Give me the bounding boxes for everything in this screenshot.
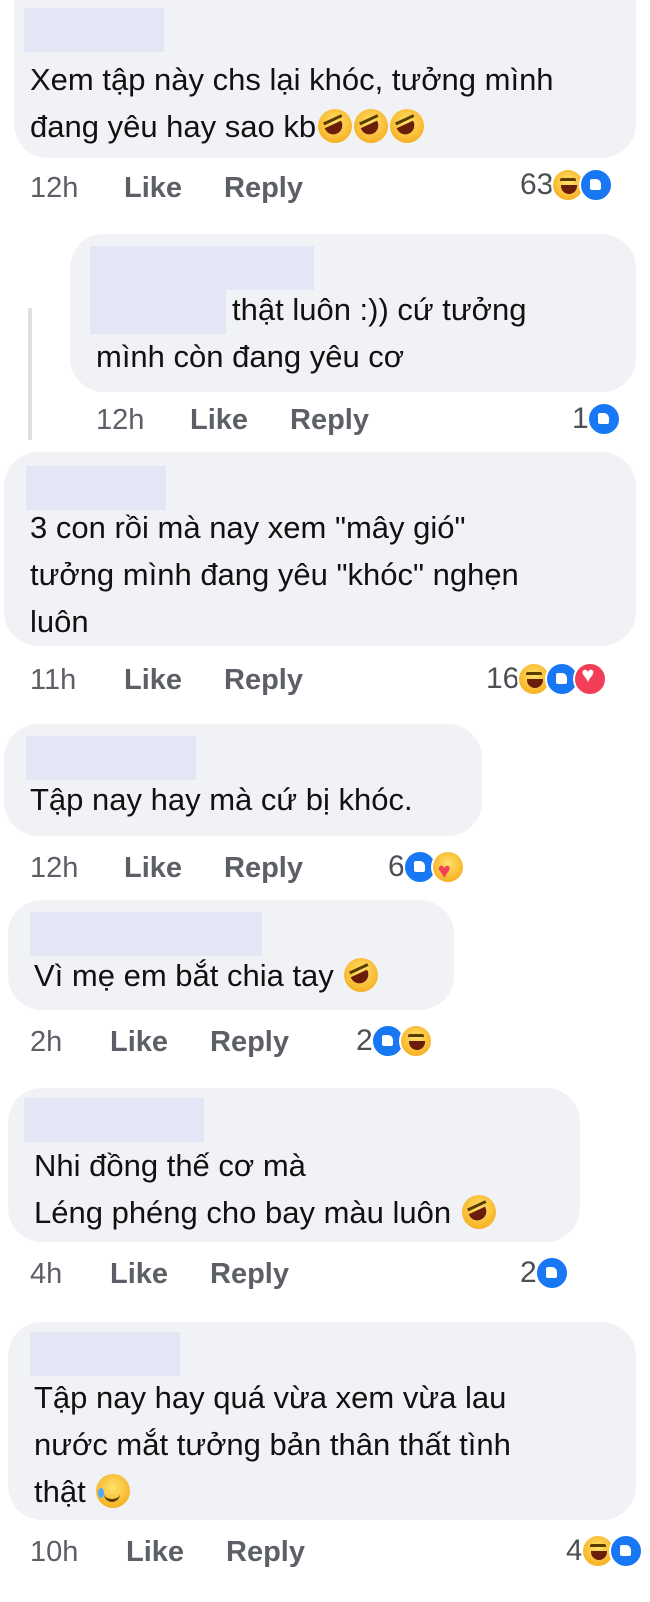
- reaction-summary[interactable]: 4: [566, 1534, 643, 1568]
- reaction-count: 63: [520, 168, 554, 201]
- rofl-emoji-icon: [318, 109, 353, 143]
- comment-bubble: Xem tập này chs lại khóc, tưởng mình đan…: [14, 0, 636, 158]
- reply-link[interactable]: Reply: [210, 1026, 289, 1059]
- comment-text: thật luôn :)) cứ tưởng mình còn đang yêu…: [96, 292, 527, 374]
- comment-text: 3 con rồi mà nay xem "mây gió" tưởng mìn…: [30, 510, 519, 639]
- rofl-emoji-icon: [354, 109, 389, 143]
- smiling-tear-emoji-icon: [96, 1474, 131, 1508]
- like-link[interactable]: Like: [126, 1536, 184, 1569]
- timestamp[interactable]: 10h: [30, 1536, 78, 1569]
- reply-link[interactable]: Reply: [224, 852, 303, 885]
- redacted-author-name[interactable]: [24, 1098, 204, 1142]
- comment-text: Xem tập này chs lại khóc, tưởng mình đan…: [30, 62, 554, 144]
- like-link[interactable]: Like: [124, 172, 182, 205]
- reaction-summary[interactable]: 6: [388, 850, 465, 884]
- redacted-author-name[interactable]: [30, 912, 262, 956]
- redacted-author-name[interactable]: [30, 1332, 180, 1376]
- haha-reaction-icon: [398, 1024, 433, 1058]
- like-reaction-icon: [579, 168, 614, 202]
- reaction-summary[interactable]: 2: [356, 1024, 433, 1058]
- redacted-author-name[interactable]: [26, 736, 196, 780]
- like-reaction-icon: [608, 1534, 643, 1568]
- like-link[interactable]: Like: [110, 1258, 168, 1291]
- timestamp[interactable]: 12h: [30, 852, 78, 885]
- like-link[interactable]: Like: [190, 404, 248, 437]
- redacted-author-name[interactable]: [24, 8, 164, 52]
- reaction-summary[interactable]: 1: [572, 402, 621, 436]
- timestamp[interactable]: 2h: [30, 1026, 62, 1059]
- rofl-emoji-icon: [390, 109, 425, 143]
- comment-bubble: Vì mẹ em bắt chia tay: [8, 900, 454, 1010]
- reaction-summary[interactable]: 16: [486, 662, 608, 696]
- reaction-summary[interactable]: 63: [520, 168, 614, 202]
- comment-text: Nhi đồng thế cơ mà Léng phéng cho bay mà…: [34, 1142, 496, 1236]
- timestamp[interactable]: 4h: [30, 1258, 62, 1291]
- thread-line: [28, 308, 32, 440]
- like-link[interactable]: Like: [110, 1026, 168, 1059]
- like-link[interactable]: Like: [124, 852, 182, 885]
- reply-link[interactable]: Reply: [224, 172, 303, 205]
- comment-bubble: Tập nay hay quá vừa xem vừa lau nước mắt…: [8, 1322, 636, 1520]
- timestamp[interactable]: 11h: [30, 664, 76, 697]
- timestamp[interactable]: 12h: [96, 404, 144, 437]
- rofl-emoji-icon: [461, 1195, 496, 1229]
- comment-text: Tập nay hay mà cứ bị khóc.: [30, 782, 413, 817]
- like-link[interactable]: Like: [124, 664, 182, 697]
- comment-bubble: thật luôn :)) cứ tưởng mình còn đang yêu…: [70, 234, 636, 392]
- reply-link[interactable]: Reply: [226, 1536, 305, 1569]
- care-reaction-icon: [430, 850, 465, 884]
- comment-bubble: Nhi đồng thế cơ mà Léng phéng cho bay mà…: [8, 1088, 580, 1242]
- comment-bubble: 3 con rồi mà nay xem "mây gió" tưởng mìn…: [4, 452, 636, 646]
- like-reaction-icon: [534, 1256, 569, 1290]
- timestamp[interactable]: 12h: [30, 172, 78, 205]
- reply-link[interactable]: Reply: [224, 664, 303, 697]
- like-reaction-icon: [586, 402, 621, 436]
- comment-text: Vì mẹ em bắt chia tay: [34, 952, 379, 999]
- rofl-emoji-icon: [344, 958, 379, 992]
- love-reaction-icon: [573, 662, 608, 696]
- reply-link[interactable]: Reply: [210, 1258, 289, 1291]
- comment-bubble: Tập nay hay mà cứ bị khóc.: [4, 724, 482, 836]
- comment-text: Tập nay hay quá vừa xem vừa lau nước mắt…: [34, 1380, 511, 1509]
- reply-link[interactable]: Reply: [290, 404, 369, 437]
- reaction-count: 16: [486, 662, 520, 695]
- reaction-summary[interactable]: 2: [520, 1256, 569, 1290]
- redacted-author-name[interactable]: [90, 246, 314, 290]
